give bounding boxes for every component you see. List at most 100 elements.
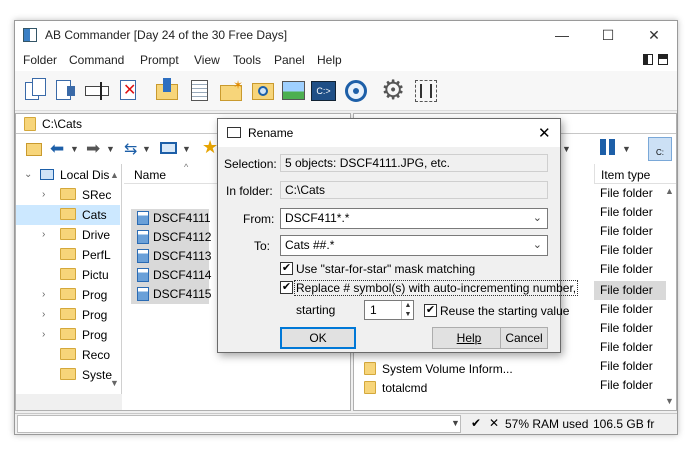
type-cell: File folder (600, 186, 653, 200)
tree-item-label: Cats (82, 208, 107, 222)
favorites-star-icon[interactable]: ★ (202, 137, 218, 158)
file-row[interactable]: DSCF4114 (131, 266, 211, 285)
tree-item[interactable]: › Prog (16, 285, 120, 305)
menu-view[interactable]: View (194, 53, 220, 67)
tree-item-label: Reco (82, 348, 111, 362)
picture-icon[interactable] (281, 78, 307, 104)
minimize-button[interactable]: — (539, 21, 585, 49)
sync-dropdown-icon[interactable]: ▼ (142, 144, 151, 154)
starting-number-stepper[interactable]: 1 ▲ ▼ (364, 300, 414, 320)
scroll-down-icon[interactable]: ▼ (665, 396, 674, 406)
chevron-right-icon[interactable]: › (42, 289, 45, 300)
help-button[interactable]: Help (432, 327, 506, 349)
tree-item[interactable]: Pictu (16, 265, 120, 285)
scroll-up-icon[interactable]: ▲ (665, 186, 674, 196)
forward-arrow-icon[interactable]: ➡ (86, 139, 100, 159)
menu-command[interactable]: Command (69, 53, 124, 67)
execute-check-icon[interactable]: ✔ (471, 416, 481, 430)
chevron-right-icon[interactable]: › (42, 329, 45, 340)
close-button[interactable]: ✕ (631, 21, 677, 49)
type-cell: File folder (600, 340, 653, 354)
cancel-button[interactable]: Cancel (500, 327, 548, 349)
file-row[interactable]: DSCF4112 (131, 228, 211, 247)
maximize-button[interactable]: ☐ (585, 21, 631, 49)
tree-item[interactable]: Syste (16, 365, 120, 385)
chevron-down-icon[interactable]: ⌄ (533, 236, 542, 255)
command-prompt-icon[interactable]: C:> (311, 78, 337, 104)
replace-number-checkbox[interactable]: ✔ (280, 281, 293, 294)
chevron-down-icon[interactable]: ⌄ (533, 209, 542, 228)
back-dropdown-icon[interactable]: ▼ (70, 144, 79, 154)
tree-item-label: SRec (82, 188, 112, 202)
tree-item[interactable]: › Prog (16, 325, 120, 345)
tree-root-item[interactable]: ⌄ Local Dis (16, 165, 120, 185)
menu-panel[interactable]: Panel (274, 53, 305, 67)
disk-icon[interactable] (343, 78, 369, 104)
to-combobox[interactable]: Cats ##.* ⌄ (280, 235, 548, 256)
tree-horizontal-scrollbar[interactable] (16, 394, 122, 410)
star-for-star-checkbox[interactable]: ✔ (280, 262, 293, 275)
computer-icon[interactable] (160, 142, 177, 154)
parent-folder-icon[interactable] (26, 143, 42, 156)
tree-item-selected[interactable]: Cats (16, 205, 120, 225)
tree-scroll-down-icon[interactable]: ▼ (110, 378, 119, 388)
from-combobox[interactable]: DSCF411*.* ⌄ (280, 208, 548, 229)
delete-icon[interactable]: ✕ (117, 78, 143, 104)
tree-item[interactable]: › Prog (16, 305, 120, 325)
menu-tools[interactable]: Tools (233, 53, 261, 67)
dialog-close-button[interactable]: ✕ (538, 124, 551, 142)
tree-scroll-up-icon[interactable]: ▲ (110, 170, 119, 180)
view-dropdown-icon[interactable]: ▼ (562, 144, 571, 154)
menu-prompt[interactable]: Prompt (140, 53, 179, 67)
tree-item[interactable]: Reco (16, 345, 120, 365)
tree-item[interactable]: › Drive (16, 225, 120, 245)
stepper-arrows-icon[interactable]: ▲ ▼ (401, 301, 414, 319)
rename-icon[interactable] (85, 78, 111, 104)
right-scrollbar[interactable]: ▲ ▼ (664, 186, 676, 410)
sync-icon[interactable]: ⇆ (124, 139, 137, 159)
drive-button[interactable]: C: (648, 137, 672, 161)
type-cell: File folder (600, 224, 653, 238)
computer-dropdown-icon[interactable]: ▼ (182, 144, 191, 154)
folder-icon (60, 328, 76, 340)
forward-dropdown-icon[interactable]: ▼ (106, 144, 115, 154)
vertical-split-icon[interactable] (643, 54, 653, 65)
find-icon[interactable] (251, 78, 277, 104)
command-line-input[interactable] (17, 415, 461, 433)
chevron-right-icon[interactable]: › (42, 189, 45, 200)
chevron-down-icon[interactable]: ⌄ (24, 169, 32, 180)
back-arrow-icon[interactable]: ⬅ (50, 139, 64, 159)
type-cell: File folder (600, 302, 653, 316)
file-row[interactable]: DSCF4111 (131, 209, 211, 228)
tree-item[interactable]: PerfL (16, 245, 120, 265)
horizontal-split-icon[interactable] (658, 54, 668, 65)
name-column-header[interactable]: Name (134, 168, 166, 182)
menu-help[interactable]: Help (317, 53, 342, 67)
folder-up-icon[interactable] (155, 78, 181, 104)
image-file-icon (137, 287, 149, 301)
image-file-icon (137, 211, 149, 225)
grid-dropdown-icon[interactable]: ▼ (622, 144, 631, 154)
grid-view-icon[interactable] (600, 139, 616, 155)
ok-button[interactable]: OK (280, 327, 356, 349)
type-column-header[interactable]: Item type (594, 164, 676, 184)
list-item[interactable]: System Volume Inform... (364, 360, 584, 378)
tree-item[interactable]: › SRec (16, 185, 120, 205)
file-row[interactable]: DSCF4113 (131, 247, 211, 266)
left-path-text: C:\Cats (42, 117, 83, 131)
move-icon[interactable] (53, 78, 79, 104)
split-view-icon[interactable] (413, 78, 439, 104)
settings-gear-icon[interactable]: ⚙ (381, 75, 407, 105)
chevron-right-icon[interactable]: › (42, 309, 45, 320)
menu-folder[interactable]: Folder (23, 53, 57, 67)
list-item[interactable]: totalcmd (364, 379, 584, 397)
copy-icon[interactable] (23, 78, 49, 104)
chevron-right-icon[interactable]: › (42, 229, 45, 240)
sort-ascending-icon: ^ (184, 162, 189, 172)
new-folder-icon[interactable]: ✶ (219, 78, 245, 104)
notepad-icon[interactable] (187, 78, 213, 104)
reuse-starting-checkbox[interactable]: ✔ (424, 304, 437, 317)
clear-x-icon[interactable]: ✕ (489, 416, 499, 430)
file-row[interactable]: DSCF4115 (131, 285, 211, 304)
command-history-dropdown-icon[interactable]: ▼ (451, 418, 460, 428)
